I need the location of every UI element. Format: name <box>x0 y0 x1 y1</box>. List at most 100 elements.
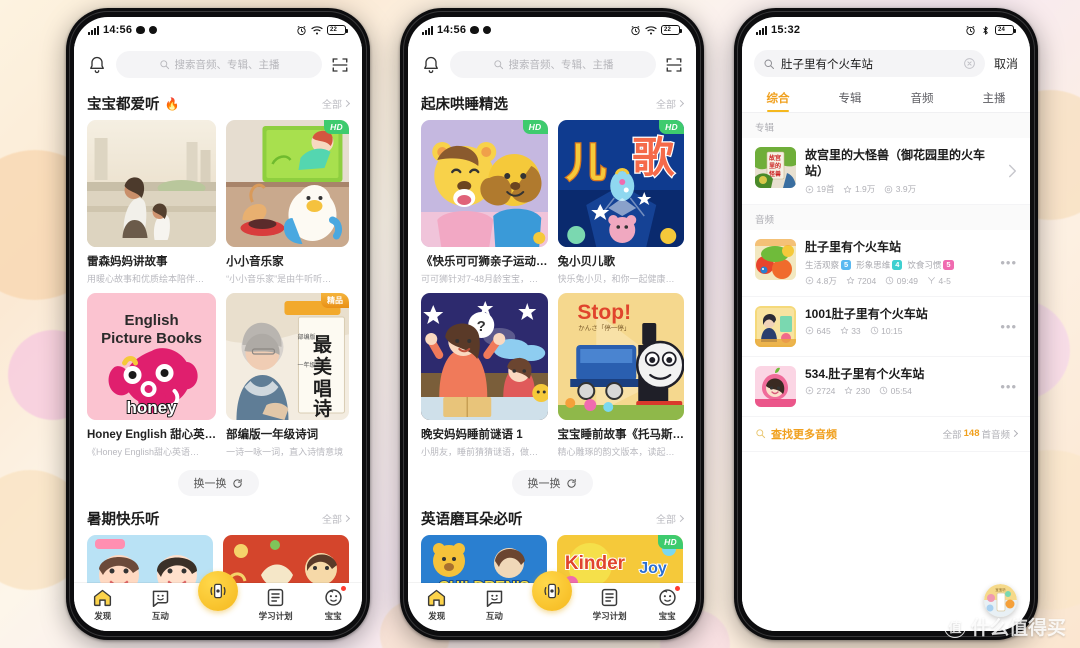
nav-label: 互动 <box>151 611 169 621</box>
album-card[interactable]: 儿 歌 HD 兔小贝儿歌 快乐兔小贝，和你一起健康… <box>557 120 684 285</box>
album-subtitle: 精心雕琢的韵文版本，读起… <box>557 447 675 457</box>
status-time: 14:56 <box>103 24 133 36</box>
search-input[interactable]: 搜索音频、专辑、主播 <box>116 51 322 78</box>
album-result-row[interactable]: 故宫 里的 怪兽 故宫里的大怪兽（御花园里的火车站） 19首 1.9万 3.9万 <box>742 138 1030 206</box>
alarm-icon <box>966 25 975 35</box>
find-more-audio-row[interactable]: 查找更多音频 全部 148 首音频 <box>742 417 1030 452</box>
album-subtitle: 小朋友，睡前猜猜谜语，做… <box>421 447 539 457</box>
floating-player-art: 宝宝听 <box>984 584 1017 617</box>
scan-icon[interactable] <box>665 56 683 74</box>
album-card[interactable] <box>87 535 213 583</box>
phone1-content[interactable]: 宝宝都爱听 🔥 全部 雷森妈妈讲故事 用暖心故事和优质绘本陪伴… HD 小小音乐… <box>74 85 362 583</box>
signal-icon <box>756 25 767 35</box>
view-all-link[interactable]: 全部 <box>656 511 685 526</box>
svg-text:最: 最 <box>313 334 333 356</box>
chevron-right-icon <box>1008 164 1016 178</box>
search-query-text: 肚子里有个火车站 <box>781 58 873 71</box>
album-card[interactable]: HD 小小音乐家 “小小音乐家”是由牛听听… <box>226 120 349 285</box>
album-card[interactable]: Kinder Joy HD <box>557 535 683 583</box>
stat-favorites: 1.9万 <box>843 183 875 195</box>
stat-plays: 2724 <box>805 386 835 396</box>
cancel-button[interactable]: 取消 <box>994 55 1018 72</box>
album-subtitle: 一诗一咏一词，直入诗情意境 <box>226 447 344 457</box>
smiley-icon <box>152 590 169 607</box>
audio-result-row[interactable]: 534.肚子里有个火车站 2724 230 05:54 ••• <box>742 357 1030 417</box>
nav-item-interact[interactable]: 互动 <box>466 587 524 622</box>
nav-item-study-plan[interactable]: 学习计划 <box>581 587 639 622</box>
all-audio-count[interactable]: 全部 148 首音频 <box>943 427 1019 441</box>
album-title: 雷森妈妈讲故事 <box>87 256 168 268</box>
clock-icon <box>870 327 878 335</box>
nav-label: 宝宝 <box>324 611 342 621</box>
row-more-button[interactable]: ••• <box>1000 255 1017 270</box>
tab-audio[interactable]: 音频 <box>886 83 958 112</box>
album-thumbnail: CHILDREN'S <box>421 535 547 583</box>
search-input[interactable]: 搜索音频、专辑、主播 <box>450 51 656 78</box>
battery-icon: 24 <box>995 25 1016 35</box>
album-title: Honey English 甜心英… <box>87 429 217 441</box>
signal-icon <box>422 25 433 35</box>
phone1-top-bar: 搜索音频、专辑、主播 <box>74 43 362 85</box>
tab-comprehensive[interactable]: 综合 <box>742 83 814 112</box>
notification-dot <box>674 586 680 591</box>
album-card[interactable]: HD 《快乐可可狮亲子运动… 可可狮针对7-48月龄宝宝，… <box>421 120 548 285</box>
search-input[interactable]: 肚子里有个火车站 <box>754 50 985 77</box>
search-results-list[interactable]: 专辑 故宫 里的 怪兽 故宫里的大怪兽（御花园里的火车站） 19首 1.9万 3… <box>742 113 1030 631</box>
star-icon <box>840 327 848 335</box>
album-title: 晚安妈妈睡前谜语 1 <box>421 429 523 441</box>
album-card[interactable]: 最 美 唱 诗 部编版 一年级 精品 部编版一年级诗词 一诗一咏一词，直入诗情意… <box>226 293 349 458</box>
smiley-icon <box>486 590 503 607</box>
tab-album[interactable]: 专辑 <box>814 83 886 112</box>
nav-item-discover[interactable]: 发现 <box>408 587 466 622</box>
nav-item-interact[interactable]: 互动 <box>132 587 190 622</box>
album-card[interactable]: English Picture Books honey Honey Englis… <box>87 293 217 458</box>
nav-item-baby[interactable]: 宝宝 <box>304 586 362 622</box>
player-icon <box>544 583 560 599</box>
nav-item-baby[interactable]: 宝宝 <box>638 586 696 622</box>
nav-item-study-plan[interactable]: 学习计划 <box>247 587 305 622</box>
audio-result-row[interactable]: 肚子里有个火车站 生活观察 5 形象思维 4 饮食习惯 5 4.8万 7204 … <box>742 230 1030 297</box>
home-icon <box>94 589 112 607</box>
bell-icon[interactable] <box>87 55 107 75</box>
svg-text:故宫: 故宫 <box>769 154 781 162</box>
status-time: 15:32 <box>771 24 801 36</box>
svg-text:部编版: 部编版 <box>298 333 316 341</box>
result-stats: 2724 230 05:54 <box>805 386 991 396</box>
stat-plays: 645 <box>805 326 831 336</box>
album-card[interactable]: CHILDREN'S <box>421 535 547 583</box>
album-card[interactable]: ? 晚安妈妈睡前谜语 1 小朋友，睡前猜猜谜语，做… <box>421 293 548 458</box>
search-icon <box>756 429 766 439</box>
album-card[interactable]: Stop! かんさ「停一停」 宝宝睡前故事《托马斯… 精心雕琢的韵文版本，读起… <box>557 293 684 458</box>
audio-result-row[interactable]: 1001肚子里有个火车站 645 33 10:15 ••• <box>742 297 1030 357</box>
scan-icon[interactable] <box>331 56 349 74</box>
row-more-button[interactable]: ••• <box>1000 319 1017 334</box>
album-thumbnail: HD <box>226 120 349 247</box>
album-card[interactable] <box>223 535 349 583</box>
stat-duration: 10:15 <box>870 326 902 336</box>
view-all-link[interactable]: 全部 <box>322 511 351 526</box>
floating-player-button[interactable]: 宝宝听 <box>984 584 1017 617</box>
clear-icon[interactable] <box>963 57 976 70</box>
player-fab[interactable] <box>197 571 238 611</box>
stat-duration: 09:49 <box>885 276 918 286</box>
phone2-content[interactable]: 起床哄睡精选 全部 HD 《快乐可可狮亲子运动… 可可狮针对7-48月龄宝宝，…… <box>408 85 696 583</box>
baby-icon <box>658 589 676 606</box>
refresh-row: 换一换 <box>408 458 696 500</box>
player-fab[interactable] <box>531 571 572 611</box>
row-more-button[interactable]: ••• <box>1000 379 1017 394</box>
tab-host[interactable]: 主播 <box>958 83 1030 112</box>
album-card[interactable]: 雷森妈妈讲故事 用暖心故事和优质绘本陪伴… <box>87 120 217 285</box>
refresh-button[interactable]: 换一换 <box>511 470 593 496</box>
bluetooth-icon <box>983 25 988 35</box>
refresh-button[interactable]: 换一换 <box>177 470 259 496</box>
view-all-link[interactable]: 全部 <box>322 96 351 111</box>
result-title: 肚子里有个火车站 <box>805 240 902 255</box>
bell-icon[interactable] <box>421 55 441 75</box>
star-icon <box>844 185 852 193</box>
nav-item-discover[interactable]: 发现 <box>74 587 132 622</box>
app-dot-icon <box>483 26 492 34</box>
wifi-icon <box>645 25 657 34</box>
signal-icon <box>88 25 99 35</box>
view-all-link[interactable]: 全部 <box>656 96 685 111</box>
baby-icon <box>324 589 342 606</box>
